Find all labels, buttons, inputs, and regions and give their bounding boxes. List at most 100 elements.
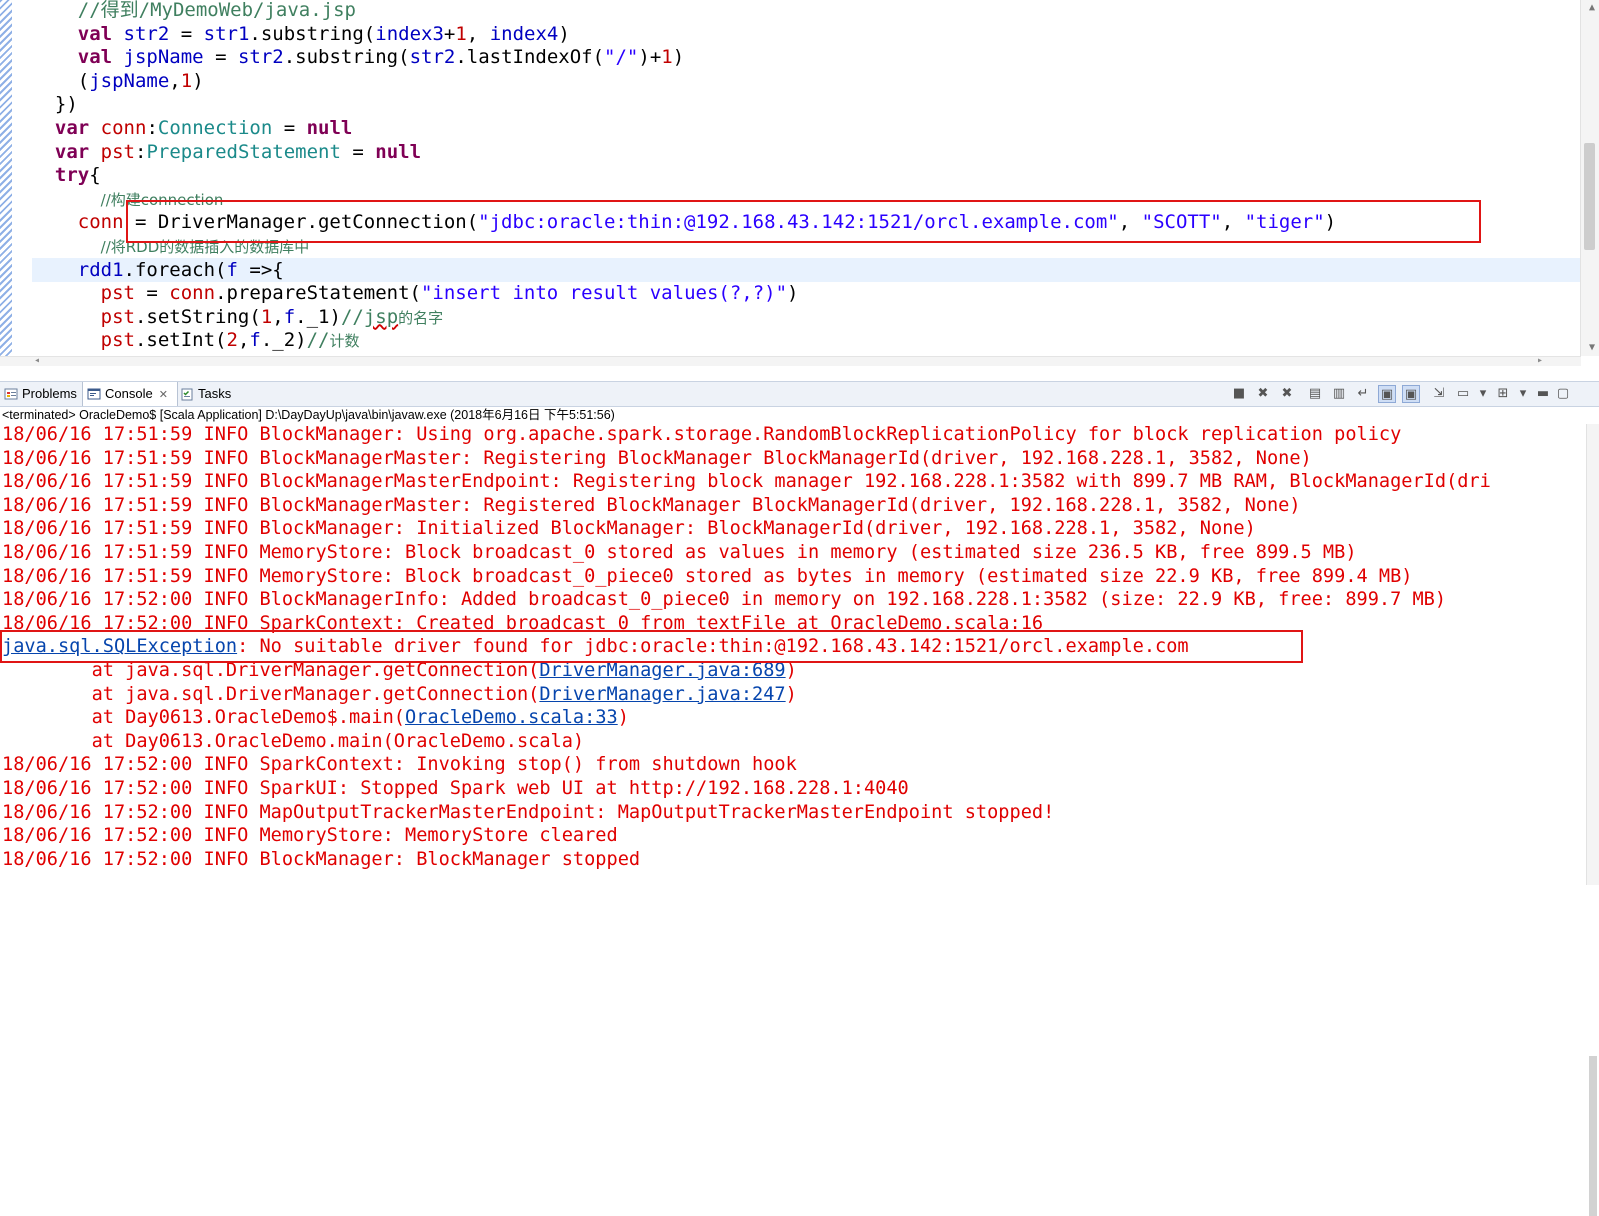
console-text: 18/06/16 17:52:00 INFO MemoryStore: Memo…	[2, 825, 618, 847]
console-scroll-thumb[interactable]	[1589, 1056, 1597, 1216]
pin-console-icon[interactable]: ⇲	[1430, 385, 1448, 403]
scroll-left-icon[interactable]: ◂	[34, 356, 40, 366]
tasks-icon	[181, 388, 193, 401]
show-on-stderr-icon[interactable]: ▣	[1402, 385, 1420, 403]
code-token: .setString(	[134, 305, 261, 328]
code-line[interactable]: (jspName,1)	[32, 69, 204, 93]
scroll-right-icon[interactable]: ▸	[1537, 356, 1543, 366]
remove-all-terminated-icon[interactable]: ✖	[1278, 385, 1296, 403]
console-line[interactable]: 18/06/16 17:51:59 INFO MemoryStore: Bloc…	[2, 541, 1357, 565]
scroll-lock-icon[interactable]: ▥	[1330, 385, 1348, 403]
console-text: )	[785, 660, 797, 681]
minimize-icon[interactable]: ▬	[1534, 385, 1552, 403]
code-token: //	[340, 305, 364, 328]
console-text: 18/06/16 17:51:59 INFO BlockManagerMaste…	[2, 447, 1312, 469]
console-line[interactable]: 18/06/16 17:51:59 INFO BlockManager: Ini…	[2, 517, 1256, 541]
code-token: PreparedStatement	[146, 140, 341, 163]
console-line[interactable]: 18/06/16 17:51:59 INFO MemoryStore: Bloc…	[2, 565, 1413, 589]
console-text: )	[785, 683, 797, 705]
code-line[interactable]: val str2 = str1.substring(index3+1, inde…	[32, 22, 570, 46]
console-line[interactable]: at Day0613.OracleDemo.main(OracleDemo.sc…	[2, 730, 585, 754]
code-token: f	[283, 305, 296, 328]
console-vertical-scrollbar[interactable]	[1586, 424, 1599, 1216]
console-line[interactable]: at java.sql.DriverManager.getConnection(…	[2, 683, 797, 707]
console-text: 18/06/16 17:51:59 INFO BlockManagerMaste…	[2, 471, 1491, 493]
code-token: ._2)	[260, 329, 307, 352]
editor-gutter	[0, 0, 12, 356]
remove-launch-icon[interactable]: ✖	[1254, 385, 1272, 403]
display-console-menu-icon[interactable]: ▾	[1474, 385, 1492, 403]
console-text: at Day0613.OracleDemo.main(OracleDemo.sc…	[2, 730, 585, 752]
code-token: pst	[100, 140, 135, 163]
console-output[interactable]: 18/06/16 17:51:59 INFO BlockManager: Usi…	[0, 424, 1599, 885]
console-line[interactable]: 18/06/16 17:51:59 INFO BlockManagerMaste…	[2, 447, 1312, 471]
code-token: .setInt(	[134, 329, 227, 352]
show-on-stdout-icon[interactable]: ▣	[1378, 385, 1396, 403]
editor-vertical-scrollbar[interactable]: ▲ ▼	[1580, 0, 1599, 356]
maximize-icon[interactable]: ▢	[1554, 385, 1572, 403]
code-token: 1	[180, 69, 193, 92]
word-wrap-icon[interactable]: ↵	[1354, 385, 1372, 403]
code-line[interactable]: pst.setInt(2,f._2)//计数	[32, 328, 360, 352]
open-console-menu-icon[interactable]: ▾	[1514, 385, 1532, 403]
code-token: ,	[237, 329, 250, 352]
code-line[interactable]: pst.setString(1,f._1)//jsp的名字	[32, 305, 444, 329]
scroll-up-icon[interactable]: ▲	[1589, 2, 1595, 13]
code-token: :	[146, 117, 158, 139]
display-console-icon[interactable]: ▭	[1454, 385, 1472, 403]
code-line[interactable]: })	[32, 92, 78, 116]
code-line[interactable]: rdd1.foreach(f =>{	[32, 257, 1580, 282]
code-token: :	[135, 140, 147, 163]
console-line[interactable]: 18/06/16 17:52:00 INFO SparkContext: Inv…	[2, 753, 797, 777]
stacktrace-link[interactable]: OracleDemo.scala:33	[405, 707, 618, 728]
problems-icon	[4, 388, 18, 400]
stacktrace-link[interactable]: DriverManager.java:247	[539, 684, 785, 705]
editor-horizontal-scrollbar[interactable]	[0, 356, 1581, 366]
clear-console-icon[interactable]: ▤	[1306, 385, 1324, 403]
console-line[interactable]: at Day0613.OracleDemo$.main(OracleDemo.s…	[2, 706, 629, 730]
tab-tasks[interactable]: Tasks	[176, 382, 240, 406]
editor-scroll-thumb[interactable]	[1584, 143, 1595, 250]
console-text: 18/06/16 17:52:00 INFO BlockManager: Blo…	[2, 848, 641, 870]
console-line[interactable]: 18/06/16 17:52:00 INFO MemoryStore: Memo…	[2, 824, 618, 848]
code-line[interactable]: //得到/MyDemoWeb/java.jsp	[32, 0, 356, 22]
console-line[interactable]: 18/06/16 17:52:00 INFO BlockManager: Blo…	[2, 848, 640, 872]
stacktrace-link[interactable]: DriverManager.java:689	[539, 660, 785, 681]
close-icon[interactable]: ✕	[159, 389, 168, 401]
console-line[interactable]: 18/06/16 17:51:59 INFO BlockManagerMaste…	[2, 470, 1491, 494]
code-line[interactable]: try{	[32, 163, 101, 187]
code-token: =	[272, 117, 307, 139]
code-token: =	[203, 46, 238, 69]
code-line[interactable]: var pst:PreparedStatement = null	[32, 140, 421, 164]
console-text: 18/06/16 17:51:59 INFO BlockManagerMaste…	[2, 494, 1301, 516]
terminate-icon[interactable]: ■	[1230, 385, 1248, 403]
scroll-down-icon[interactable]: ▼	[1589, 342, 1595, 353]
code-token: 计数	[329, 332, 360, 351]
console-line[interactable]: 18/06/16 17:51:59 INFO BlockManagerMaste…	[2, 494, 1301, 518]
console-line[interactable]: 18/06/16 17:52:00 INFO BlockManagerInfo:…	[2, 588, 1446, 612]
code-line[interactable]: pst = conn.prepareStatement("insert into…	[32, 281, 799, 305]
console-text: 18/06/16 17:52:00 INFO SparkUI: Stopped …	[2, 778, 909, 799]
code-token: conn	[169, 282, 216, 305]
code-token: .substring(	[283, 46, 410, 69]
code-token: +	[443, 22, 456, 45]
console-line[interactable]: 18/06/16 17:52:00 INFO SparkUI: Stopped …	[2, 777, 909, 801]
console-line[interactable]: 18/06/16 17:51:59 INFO BlockManager: Usi…	[2, 424, 1401, 447]
console-line[interactable]: 18/06/16 17:52:00 INFO MapOutputTrackerM…	[2, 801, 1054, 825]
code-line[interactable]: val jspName = str2.substring(str2.lastIn…	[32, 45, 684, 69]
open-console-icon[interactable]: ⊞	[1494, 385, 1512, 403]
code-token: Connection	[157, 117, 273, 139]
code-token: 1	[455, 22, 467, 45]
tab-problems[interactable]: Problems	[0, 382, 84, 406]
tab-console[interactable]: Console ✕	[82, 382, 178, 406]
code-editor[interactable]: //得到/MyDemoWeb/java.jsp val str2 = str1.…	[0, 0, 1599, 366]
code-line[interactable]: var conn:Connection = null	[32, 116, 352, 140]
code-token: =>{	[237, 258, 284, 281]
